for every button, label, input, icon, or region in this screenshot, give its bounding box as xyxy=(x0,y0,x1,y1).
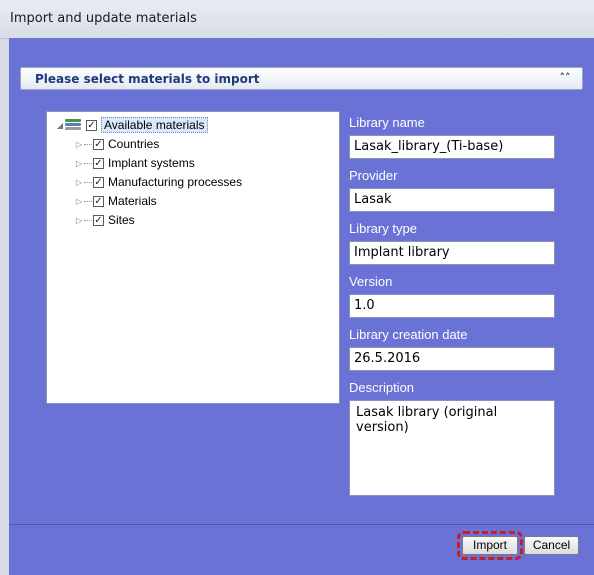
tree-node-label: Available materials xyxy=(101,117,208,133)
materials-tree[interactable]: ◢ ✓ Available materials ▷ ✓ Countries ▷ … xyxy=(46,111,340,404)
library-name-field[interactable]: Lasak_library_(Ti-base) xyxy=(349,135,555,159)
expand-arrow-icon[interactable]: ▷ xyxy=(74,140,84,149)
library-type-field[interactable]: Implant library xyxy=(349,241,555,265)
import-button[interactable]: Import xyxy=(457,531,523,560)
tree-node-label: Implant systems xyxy=(108,156,195,170)
expand-arrow-icon[interactable]: ▷ xyxy=(74,159,84,168)
checkbox-checked-icon[interactable]: ✓ xyxy=(93,214,104,226)
provider-label: Provider xyxy=(349,168,398,183)
expand-arrow-icon[interactable]: ▷ xyxy=(74,178,84,187)
window-title: Import and update materials xyxy=(10,11,197,26)
library-stack-icon xyxy=(65,118,83,132)
tree-node-label: Materials xyxy=(108,194,157,208)
expand-arrow-icon[interactable]: ▷ xyxy=(74,216,84,225)
tree-node-countries[interactable]: ▷ ✓ Countries xyxy=(74,136,159,152)
tree-node-manufacturing-processes[interactable]: ▷ ✓ Manufacturing processes xyxy=(74,174,242,190)
panel-header[interactable]: Please select materials to import ˄˄ xyxy=(20,67,583,90)
tree-node-available-materials[interactable]: ◢ ✓ Available materials xyxy=(55,117,208,133)
checkbox-checked-icon[interactable]: ✓ xyxy=(93,195,104,207)
library-name-label: Library name xyxy=(349,115,425,130)
checkbox-checked-icon[interactable]: ✓ xyxy=(93,138,104,150)
footer-divider xyxy=(9,524,594,525)
panel-header-label: Please select materials to import xyxy=(35,72,260,86)
checkbox-checked-icon[interactable]: ✓ xyxy=(86,119,97,131)
description-textarea[interactable]: Lasak library (original version) xyxy=(349,400,555,496)
version-field[interactable]: 1.0 xyxy=(349,294,555,318)
dialog-client-area: Please select materials to import ˄˄ ◢ ✓… xyxy=(9,38,594,575)
tree-node-label: Sites xyxy=(108,213,135,227)
tree-node-label: Countries xyxy=(108,137,160,151)
description-label: Description xyxy=(349,380,415,395)
tree-node-label: Manufacturing processes xyxy=(108,175,243,189)
cancel-button[interactable]: Cancel xyxy=(524,536,579,555)
tree-node-implant-systems[interactable]: ▷ ✓ Implant systems xyxy=(74,155,195,171)
checkbox-checked-icon[interactable]: ✓ xyxy=(93,157,104,169)
window-title-bar: Import and update materials xyxy=(0,0,594,39)
expand-arrow-icon[interactable]: ▷ xyxy=(74,197,84,206)
tree-node-materials[interactable]: ▷ ✓ Materials xyxy=(74,193,157,209)
tree-node-sites[interactable]: ▷ ✓ Sites xyxy=(74,212,135,228)
creation-date-label: Library creation date xyxy=(349,327,468,342)
double-chevron-up-icon[interactable]: ˄˄ xyxy=(558,71,572,85)
collapse-arrow-icon[interactable]: ◢ xyxy=(55,121,65,130)
version-label: Version xyxy=(349,274,393,289)
creation-date-field[interactable]: 26.5.2016 xyxy=(349,347,555,371)
checkbox-checked-icon[interactable]: ✓ xyxy=(93,176,104,188)
provider-field[interactable]: Lasak xyxy=(349,188,555,212)
library-type-label: Library type xyxy=(349,221,417,236)
